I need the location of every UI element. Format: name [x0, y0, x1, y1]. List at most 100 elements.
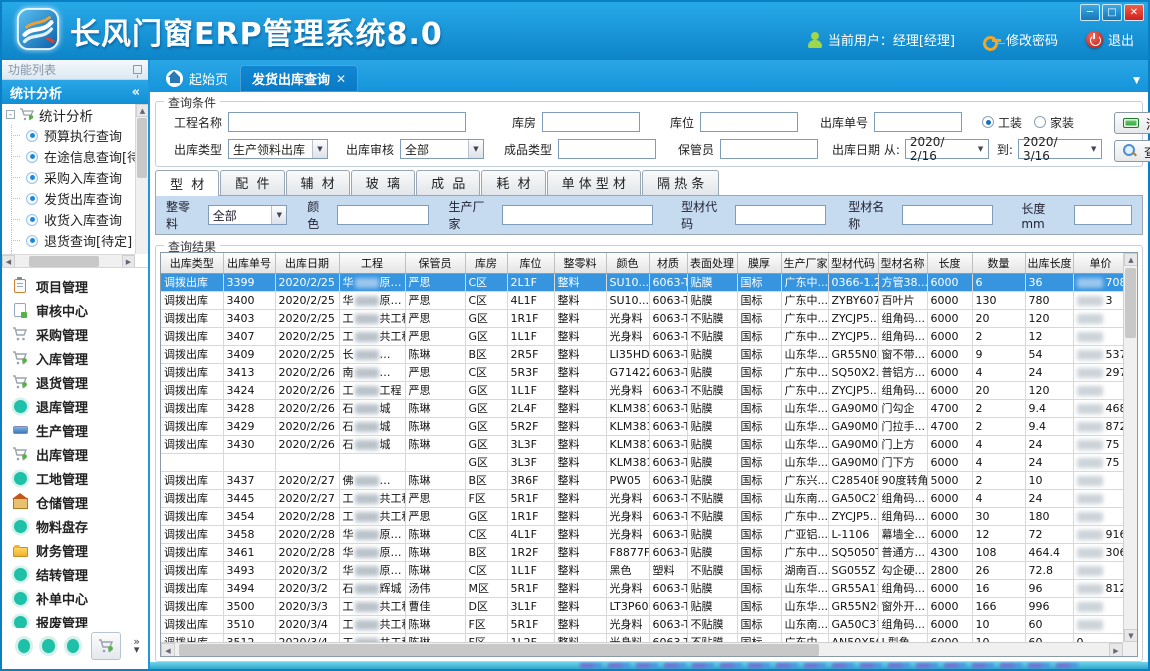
column-header-wh[interactable]: 库房	[465, 253, 507, 273]
warehouse-input[interactable]	[542, 112, 640, 132]
table-row[interactable]: G区3L3F整料KLM38176063-T5贴膜国标山东华...GA90M09.…	[161, 453, 1123, 471]
scroll-up-icon[interactable]: ▲	[136, 104, 148, 117]
tree-vertical-scrollbar[interactable]: ▲	[135, 104, 148, 254]
table-row[interactable]: 调拨出库34292020/2/26石城陈琳G区5R2F整料KLM38176063…	[161, 417, 1123, 435]
scroll-down-icon[interactable]: ▼	[1124, 629, 1138, 642]
column-header-type[interactable]: 出库类型	[161, 253, 223, 273]
tree-item-1[interactable]: 预算执行查询	[2, 125, 135, 146]
code-input[interactable]	[735, 205, 826, 225]
close-button[interactable]: ✕	[1124, 4, 1144, 21]
material-tab-8[interactable]: 隔 热 条	[642, 170, 719, 195]
footer-dot-icon[interactable]	[67, 639, 79, 653]
column-header-mat[interactable]: 材质	[649, 253, 687, 273]
table-row[interactable]: 调拨出库34242020/2/26工工程严思G区1L1F整料光身料6063-T5…	[161, 381, 1123, 399]
collapse-icon[interactable]: «	[132, 85, 140, 100]
sidebar-item-仓储管理[interactable]: 仓储管理	[2, 490, 148, 514]
tree-item-4[interactable]: 发货出库查询	[2, 188, 135, 209]
clear-conditions-button[interactable]: 清空条件	[1114, 112, 1150, 134]
change-password-button[interactable]: 修改密码	[983, 30, 1058, 49]
maker-input[interactable]	[502, 205, 653, 225]
table-row[interactable]: 调拨出库34002020/2/25华原…严思C区4L1F整料SU10...606…	[161, 291, 1123, 309]
table-row[interactable]: 调拨出库34282020/2/26石城陈琳G区2L4F整料KLM38176063…	[161, 399, 1123, 417]
column-header-code[interactable]: 型材代码	[828, 253, 878, 273]
sidebar-item-工地管理[interactable]: 工地管理	[2, 466, 148, 490]
table-vertical-scrollbar[interactable]: ▲ ▼	[1123, 253, 1137, 642]
sidebar-item-入库管理[interactable]: 入库管理	[2, 346, 148, 370]
material-tab-7[interactable]: 单 体 型 材	[547, 170, 641, 195]
sidebar-item-结转管理[interactable]: 结转管理	[2, 562, 148, 586]
table-row[interactable]: 调拨出库34542020/2/28工共工程严思G区1R1F整料光身料6063-T…	[161, 507, 1123, 525]
table-hscroll-thumb[interactable]	[179, 644, 819, 656]
footer-more-button[interactable]: »▾	[133, 638, 140, 654]
sidebar-item-退货管理[interactable]: 退货管理	[2, 370, 148, 394]
table-row[interactable]: 调拨出库34132020/2/26南…严思C区5R3F整料G714226063-…	[161, 363, 1123, 381]
sidebar-item-退库管理[interactable]: 退库管理	[2, 394, 148, 418]
project-name-input[interactable]	[228, 112, 466, 132]
location-input[interactable]	[700, 112, 798, 132]
tab-close-icon[interactable]: ✕	[336, 72, 346, 86]
tree-root-item[interactable]: -统计分析	[2, 104, 135, 125]
table-row[interactable]: 调拨出库34372020/2/27佛…陈琳B区3R6F整料PW056063-T5…	[161, 471, 1123, 489]
material-tab-1[interactable]: 型 材	[155, 170, 219, 196]
tree-horizontal-scrollbar[interactable]: ◀ ▶	[2, 254, 135, 267]
tree-vscroll-thumb[interactable]	[137, 118, 147, 178]
sidebar-item-财务管理[interactable]: 财务管理	[2, 538, 148, 562]
logout-button[interactable]: 退出	[1086, 30, 1134, 49]
radio-jiazhuang[interactable]: 家装	[1034, 114, 1074, 131]
column-header-len[interactable]: 长度	[927, 253, 972, 273]
column-header-part[interactable]: 整零料	[554, 253, 606, 273]
outbound-type-combo[interactable]: 生产领料出库 ▼	[228, 139, 328, 159]
tree-item-5[interactable]: 收货入库查询	[2, 209, 135, 230]
table-row[interactable]: 调拨出库34092020/2/25长…陈琳B区2R5F整料LI35HD6063-…	[161, 345, 1123, 363]
sidebar-item-审核中心[interactable]: 审核中心	[2, 298, 148, 322]
column-header-qty[interactable]: 数量	[972, 253, 1025, 273]
column-header-proj[interactable]: 工程	[339, 253, 405, 273]
maximize-button[interactable]: □	[1102, 4, 1122, 21]
table-row[interactable]: 调拨出库35122020/3/4工共工程陈琳F区1L2F整料光身料6063-T5…	[161, 633, 1123, 642]
scroll-right-icon[interactable]: ▶	[122, 255, 135, 268]
table-row[interactable]: 调拨出库35102020/3/4工共工程陈琳F区5R1F整料光身料6063-T5…	[161, 615, 1123, 633]
tree-item-2[interactable]: 在途信息查询[待	[2, 146, 135, 167]
name-input[interactable]	[902, 205, 993, 225]
tree-hscroll-thumb[interactable]	[29, 256, 99, 267]
tab-list-dropdown-icon[interactable]: ▼	[1133, 76, 1140, 86]
sidebar-item-采购管理[interactable]: 采购管理	[2, 322, 148, 346]
sidebar-item-物料盘存[interactable]: 物料盘存	[2, 514, 148, 538]
product-type-input[interactable]	[558, 139, 656, 159]
tree-expand-icon[interactable]: -	[6, 110, 15, 119]
footer-cart-button[interactable]	[91, 632, 121, 660]
order-no-input[interactable]	[874, 112, 962, 132]
table-row[interactable]: 调拨出库34612020/2/28华原…陈琳B区1R2F整料F8877FT606…	[161, 543, 1123, 561]
table-row[interactable]: 调拨出库34932020/3/2华原…陈琳C区1L1F整料黑色塑料不贴膜国标湖南…	[161, 561, 1123, 579]
table-row[interactable]: 调拨出库34072020/2/25工共工程严思G区1L1F整料光身料6063-T…	[161, 327, 1123, 345]
table-row[interactable]: 调拨出库34032020/2/25工共工程严思G区1R1F整料光身料6063-T…	[161, 309, 1123, 327]
color-input[interactable]	[337, 205, 428, 225]
scroll-right-icon[interactable]: ▶	[1109, 643, 1123, 657]
sidebar-item-生产管理[interactable]: 生产管理	[2, 418, 148, 442]
minimize-button[interactable]: ─	[1080, 4, 1100, 21]
table-vscroll-thumb[interactable]	[1125, 268, 1136, 338]
table-row[interactable]: 调拨出库33992020/2/25华原…严思C区2L1F整料SU10...606…	[161, 273, 1123, 291]
scroll-left-icon[interactable]: ◀	[161, 643, 175, 657]
footer-dot-icon[interactable]	[42, 639, 54, 653]
table-row[interactable]: 调拨出库34302020/2/26石城陈琳G区3L3F整料KLM38176063…	[161, 435, 1123, 453]
footer-dot-icon[interactable]	[18, 639, 30, 653]
sidebar-item-补单中心[interactable]: 补单中心	[2, 586, 148, 610]
tree-item-6[interactable]: 退货查询[待定]	[2, 230, 135, 251]
column-header-keeper[interactable]: 保管员	[405, 253, 465, 273]
tab-home[interactable]: 起始页	[154, 65, 240, 92]
sidebar-item-报废管理[interactable]: 报废管理	[2, 610, 148, 628]
keeper-input[interactable]	[720, 139, 818, 159]
table-row[interactable]: 调拨出库34942020/3/2石辉城汤伟M区5R1F整料光身料6063-T5贴…	[161, 579, 1123, 597]
column-header-loc[interactable]: 库位	[507, 253, 554, 273]
table-row[interactable]: 调拨出库34452020/2/27工共工程严思F区5R1F整料光身料6063-T…	[161, 489, 1123, 507]
tab-shipping-outbound-query[interactable]: 发货出库查询 ✕	[240, 65, 358, 92]
material-tab-6[interactable]: 耗 材	[481, 170, 545, 195]
tree-item-3[interactable]: 采购入库查询	[2, 167, 135, 188]
column-header-color[interactable]: 颜色	[606, 253, 649, 273]
material-tab-5[interactable]: 成 品	[416, 170, 480, 195]
column-header-outlen[interactable]: 出库长度	[1025, 253, 1073, 273]
date-from-picker[interactable]: 2020/ 2/16 ▼	[905, 139, 989, 159]
table-row[interactable]: 调拨出库35002020/3/3工共工程曹佳D区3L1F整料LT3P606063…	[161, 597, 1123, 615]
sidebar-item-出库管理[interactable]: 出库管理	[2, 442, 148, 466]
